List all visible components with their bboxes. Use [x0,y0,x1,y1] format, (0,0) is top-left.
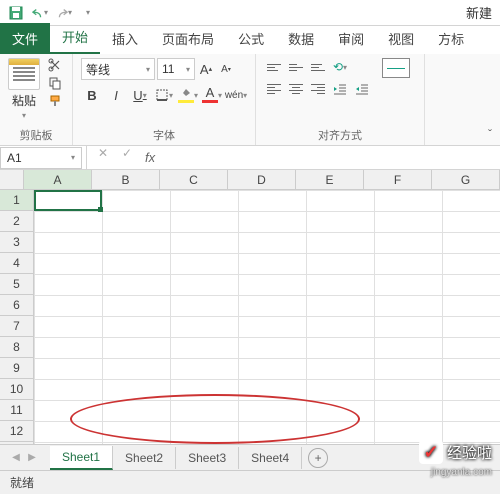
align-left-icon[interactable] [264,80,284,98]
italic-button[interactable]: I [105,84,127,106]
format-painter-icon[interactable] [48,94,64,110]
row-header[interactable]: 5 [0,274,33,295]
align-right-icon[interactable] [308,80,328,98]
sheet-nav-prev-icon[interactable]: ◀ [8,450,24,466]
paste-icon[interactable] [8,58,40,90]
border-icon[interactable]: ▾ [153,84,175,106]
align-top-icon[interactable] [264,58,284,76]
row-header[interactable]: 9 [0,358,33,379]
col-header[interactable]: D [228,170,296,189]
select-all-corner[interactable] [0,170,24,189]
group-font: 等线▾ 11▾ A▴ A▾ B I U▾ ▾ ▾ A▾ wén▾ 字体 [73,54,256,145]
ribbon: 粘贴 ▾ 剪贴板 等线▾ 11▾ A▴ A▾ B I U▾ ▾ [0,54,500,146]
row-header[interactable]: 2 [0,211,33,232]
phonetic-icon[interactable]: wén▾ [225,84,247,106]
merge-icon[interactable] [382,58,410,78]
row-header[interactable]: 10 [0,379,33,400]
row-header[interactable]: 1 [0,190,33,211]
sheet-tabs-bar: ◀ ▶ Sheet1 Sheet2 Sheet3 Sheet4 + [0,444,500,470]
row-header[interactable]: 8 [0,337,33,358]
orientation-icon[interactable]: ⟲▾ [330,58,350,76]
name-box[interactable]: A1▾ [0,147,82,169]
watermark-url: jingyanla.com [431,467,492,478]
group-clipboard: 粘贴 ▾ 剪贴板 [0,54,73,145]
enter-formula-icon[interactable]: ✓ [119,146,135,169]
shrink-font-icon[interactable]: A▾ [217,58,235,80]
col-header[interactable]: G [432,170,500,189]
sheet-nav-next-icon[interactable]: ▶ [24,450,40,466]
sheet-tab[interactable]: Sheet4 [239,447,302,469]
formula-bar: A1▾ ✕ ✓ fx [0,146,500,170]
paste-dropdown-icon[interactable]: ▾ [22,111,26,120]
row-header[interactable]: 6 [0,295,33,316]
collapse-ribbon-icon[interactable]: ˇ [488,127,492,141]
sheet-tab[interactable]: Sheet2 [113,447,176,469]
font-size-select[interactable]: 11▾ [157,58,195,80]
tab-layout[interactable]: 页面布局 [150,23,226,54]
row-header[interactable]: 7 [0,316,33,337]
font-label: 字体 [81,125,247,143]
clipboard-label: 剪贴板 [8,125,64,143]
col-header[interactable]: F [364,170,432,189]
formula-input[interactable] [161,148,500,168]
col-header[interactable]: E [296,170,364,189]
qat-customize-icon[interactable]: ▾ [80,5,96,21]
redo-icon[interactable]: ▾ [56,5,72,21]
status-text: 就绪 [10,474,34,491]
underline-button[interactable]: U▾ [129,84,151,106]
fill-color-icon[interactable]: ▾ [177,84,199,106]
copy-icon[interactable] [48,76,64,92]
undo-icon[interactable]: ▾ [32,5,48,21]
active-cell [34,190,102,211]
col-header[interactable]: B [92,170,160,189]
tab-view[interactable]: 视图 [376,23,426,54]
row-header[interactable]: 11 [0,400,33,421]
sheet-tab[interactable]: Sheet3 [176,447,239,469]
tab-home[interactable]: 开始 [50,21,100,54]
font-color-icon[interactable]: A▾ [201,84,223,106]
align-middle-icon[interactable] [286,58,306,76]
font-name-select[interactable]: 等线▾ [81,58,155,80]
cells-area[interactable] [34,190,500,444]
add-sheet-button[interactable]: + [308,448,328,468]
row-header[interactable]: 3 [0,232,33,253]
paste-button[interactable]: 粘贴 [12,92,36,109]
row-header[interactable]: 12 [0,421,33,442]
alignment-label: 对齐方式 [264,125,416,143]
align-bottom-icon[interactable] [308,58,328,76]
insert-function-icon[interactable]: fx [139,150,161,165]
bold-button[interactable]: B [81,84,103,106]
tab-data[interactable]: 数据 [276,23,326,54]
indent-increase-icon[interactable] [352,80,372,98]
col-header[interactable]: A [24,170,92,189]
ribbon-tabs: 文件 开始 插入 页面布局 公式 数据 审阅 视图 方标 [0,26,500,54]
save-icon[interactable] [8,5,24,21]
tab-formulas[interactable]: 公式 [226,23,276,54]
tab-review[interactable]: 审阅 [326,23,376,54]
cancel-formula-icon[interactable]: ✕ [95,146,111,169]
grow-font-icon[interactable]: A▴ [197,58,215,80]
indent-decrease-icon[interactable] [330,80,350,98]
status-bar: 就绪 [0,470,500,494]
doc-title: 新建 [466,3,492,22]
row-header[interactable]: 4 [0,253,33,274]
cut-icon[interactable] [48,58,64,74]
group-alignment: ⟲▾ 对齐方式 [256,54,425,145]
spreadsheet-grid: A B C D E F G 1 2 3 4 5 6 7 8 9 10 11 12 [0,170,500,444]
col-header[interactable]: C [160,170,228,189]
tab-insert[interactable]: 插入 [100,23,150,54]
align-center-icon[interactable] [286,80,306,98]
tab-addin[interactable]: 方标 [426,23,476,54]
sheet-tab[interactable]: Sheet1 [50,446,113,470]
tab-file[interactable]: 文件 [0,23,50,54]
